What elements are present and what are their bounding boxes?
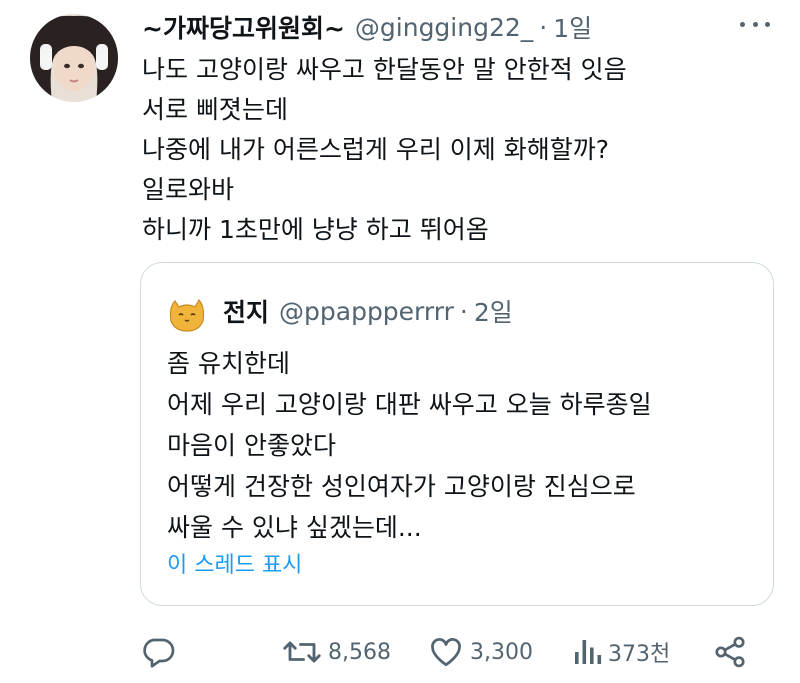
reply-button[interactable]: [140, 630, 176, 674]
separator-dot: ·: [539, 12, 548, 42]
cat-avatar-icon: [165, 291, 209, 335]
quote-separator-dot: ·: [459, 296, 468, 326]
quote-line: 어제 우리 고양이랑 대판 싸우고 오늘 하루종일: [167, 390, 652, 419]
views-icon: [575, 640, 602, 664]
views-button[interactable]: 373천: [572, 630, 670, 674]
tweet-line: 서로 삐졋는데: [142, 95, 288, 124]
tweet-line: 나도 고양이랑 싸우고 한달동안 말 안한적 잇음: [142, 55, 627, 84]
tweet-text: 나도 고양이랑 싸우고 한달동안 말 안한적 잇음 서로 삐졋는데 나중에 내가…: [142, 50, 772, 250]
like-button[interactable]: 3,300: [428, 630, 533, 674]
avatar-image: [30, 14, 118, 102]
reply-icon: [143, 638, 175, 668]
like-count: 3,300: [470, 639, 533, 665]
timestamp[interactable]: 1일: [553, 9, 592, 45]
quote-header: 전지 @ppappperrrr · 2일: [223, 293, 513, 329]
user-handle[interactable]: @gingging22_: [355, 13, 533, 42]
retweet-button[interactable]: 8,568: [282, 630, 391, 674]
quote-line: 싸울 수 있냐 싶겠는데...: [167, 513, 422, 542]
quote-line: 어떻게 건장한 성인여자가 고양이랑 진심으로: [167, 472, 636, 501]
quote-timestamp[interactable]: 2일: [474, 293, 513, 329]
tweet-line: 일로와바: [142, 175, 235, 204]
quoted-tweet[interactable]: 전지 @ppappperrrr · 2일 좀 유치한데 어제 우리 고양이랑 대…: [140, 262, 774, 606]
show-thread-link[interactable]: 이 스레드 표시: [167, 547, 302, 579]
display-name[interactable]: ~가짜당고위원회~: [142, 9, 345, 45]
like-icon: [431, 638, 461, 667]
more-icon[interactable]: [740, 12, 770, 36]
share-icon: [715, 636, 745, 668]
retweet-icon: [283, 641, 321, 663]
share-button[interactable]: [712, 630, 748, 674]
quote-text: 좀 유치한데 어제 우리 고양이랑 대판 싸우고 오늘 하루종일 마음이 안좋았…: [167, 343, 757, 548]
action-bar: 8,568 3,300 373천: [0, 630, 800, 674]
quote-line: 마음이 안좋았다: [167, 431, 336, 460]
tweet-header: ~가짜당고위원회~ @gingging22_ · 1일: [142, 10, 592, 44]
retweet-count: 8,568: [328, 639, 391, 665]
tweet-line: 하니까 1초만에 냥냥 하고 뛰어옴: [142, 215, 489, 244]
view-count: 373천: [608, 642, 671, 667]
quote-display-name[interactable]: 전지: [223, 293, 269, 329]
quote-user-handle[interactable]: @ppappperrrr: [279, 297, 454, 326]
quote-line: 좀 유치한데: [167, 349, 290, 378]
tweet-line: 나중에 내가 어른스럽게 우리 이제 화해할까?: [142, 135, 610, 164]
quote-avatar[interactable]: [165, 291, 209, 335]
avatar[interactable]: [30, 14, 118, 102]
